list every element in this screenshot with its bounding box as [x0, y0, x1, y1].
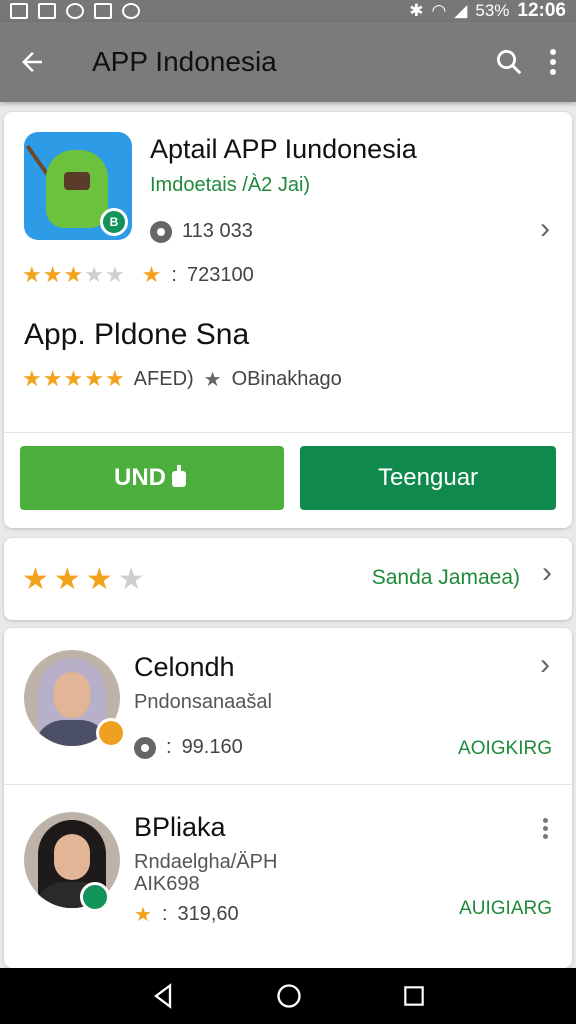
nav-recents-icon[interactable]: [401, 983, 427, 1009]
app-bar: APP Indonesia: [0, 22, 576, 102]
download-icon: [150, 220, 172, 243]
navigation-bar: [0, 968, 576, 1024]
person-subtitle: Pndonsanaašal: [134, 691, 272, 713]
nav-home-icon[interactable]: [275, 982, 303, 1010]
page-title: APP Indonesia: [92, 46, 277, 77]
status-badge-icon: [96, 718, 126, 748]
person-count-row: : 99.160: [134, 736, 243, 759]
divider: [4, 432, 572, 433]
install-button[interactable]: UND: [20, 446, 284, 510]
rating-row: ★ ★ ★ ★ ★ ★ : 723100: [22, 262, 254, 287]
section-title: App. Pldone Sna: [24, 318, 250, 351]
gallery-icon: [10, 3, 28, 19]
app-developer[interactable]: Imdoetais /À2 Jai): [150, 174, 310, 197]
bluetooth-icon: ✱: [409, 1, 424, 20]
wifi-icon: ◠: [431, 1, 447, 20]
person-name[interactable]: BPliaka: [134, 812, 226, 843]
chevron-right-icon[interactable]: ›: [540, 212, 550, 246]
award-icon: ★: [134, 904, 152, 926]
section-category: OBinakhago: [231, 367, 342, 390]
app-notification-icon: [122, 3, 140, 19]
person-tag[interactable]: AOIGKIRG: [458, 738, 552, 760]
category-star-icon: ★: [203, 368, 222, 391]
divider: [4, 784, 572, 785]
person-subtitle: Rndaelgha/ÄPH: [134, 851, 278, 873]
section-rating-label: AFED): [133, 367, 194, 390]
rating-stars: ★ ★ ★ ★ ★: [22, 262, 125, 287]
rating-summary: ★ ★ ★ ★: [22, 562, 145, 597]
sync-icon: [66, 3, 84, 19]
rating-count: 723100: [186, 263, 254, 286]
nav-back-icon[interactable]: [149, 982, 177, 1010]
chevron-right-icon[interactable]: ›: [540, 648, 550, 682]
person-tag[interactable]: AUIGIARG: [459, 898, 552, 920]
clock: 12:06: [517, 0, 566, 21]
back-button[interactable]: [0, 22, 64, 102]
section-meta-row: ★ ★ ★ ★ ★ AFED) ★ OBinakhago: [22, 366, 342, 392]
status-bar: ✱ ◠ ◢ 53% 12:06: [0, 0, 576, 22]
app-details-card: B Aptail APP Iundonesia Imdoetais /À2 Ja…: [4, 112, 572, 528]
more-options-icon[interactable]: [550, 49, 556, 75]
image-icon: [94, 3, 112, 19]
app-icon[interactable]: B: [24, 132, 132, 240]
location-icon: [134, 736, 156, 759]
open-button[interactable]: Teenguar: [300, 446, 556, 510]
more-options-icon[interactable]: [543, 818, 548, 839]
rating-badge-icon: ★: [141, 262, 162, 287]
arrow-back-icon: [22, 52, 42, 72]
person-name[interactable]: Celondh: [134, 652, 235, 683]
notification-icon: [38, 3, 56, 19]
download-arrow-icon: [172, 465, 186, 487]
verified-badge-icon: B: [100, 208, 128, 236]
person-count-row: ★ : 319,60: [134, 903, 239, 926]
person-count: 319,60: [177, 903, 239, 925]
downloads-row: 113 033: [150, 220, 253, 243]
section-rating-stars: ★ ★ ★ ★ ★: [22, 366, 125, 391]
online-badge-icon: [80, 882, 110, 912]
chevron-right-icon[interactable]: ›: [542, 556, 552, 590]
person-subtitle-secondary: AIK698: [134, 873, 200, 895]
rating-summary-stars: ★ ★ ★ ★: [22, 563, 145, 596]
people-card: Celondh Pndonsanaašal : 99.160 › AOIGKIR…: [4, 628, 572, 968]
rating-card[interactable]: ★ ★ ★ ★ Sanda Jamaea) ›: [4, 538, 572, 620]
person-count: 99.160: [181, 736, 243, 758]
downloads-count: 113 033: [182, 220, 253, 242]
search-icon[interactable]: [494, 47, 524, 77]
rating-link[interactable]: Sanda Jamaea): [372, 566, 520, 590]
battery-level: 53%: [475, 1, 510, 20]
app-title: Aptail APP Iundonesia: [150, 134, 417, 164]
signal-icon: ◢: [454, 1, 468, 20]
